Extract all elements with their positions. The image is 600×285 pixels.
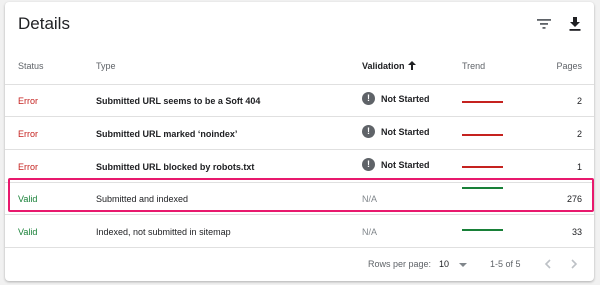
- trend-sparkline: [462, 166, 503, 168]
- table-header: Status Type Validation Trend Pages: [5, 48, 594, 85]
- filter-icon[interactable]: [534, 14, 554, 34]
- column-trend[interactable]: Trend: [462, 61, 485, 71]
- trend-sparkline: [462, 229, 503, 231]
- table-row[interactable]: Error Submitted URL marked ‘noindex’ ! N…: [5, 117, 594, 150]
- validation-status: Not Started: [381, 126, 430, 137]
- validation-cell: ! Not Started: [362, 92, 430, 105]
- validation-cell: N/A: [362, 227, 378, 237]
- validation-cell: ! Not Started: [362, 125, 430, 138]
- trend-sparkline: [462, 187, 503, 189]
- validation-status: Not Started: [381, 159, 430, 170]
- column-validation-label: Validation: [362, 61, 405, 71]
- warning-icon: !: [362, 125, 375, 138]
- type-cell: Submitted URL marked ‘noindex’: [96, 129, 238, 139]
- status-cell: Error: [18, 96, 38, 106]
- status-cell: Valid: [18, 227, 38, 237]
- card-header: Details: [5, 2, 594, 48]
- status-cell: Valid: [18, 194, 38, 204]
- rows-per-page-label: Rows per page:: [368, 259, 432, 269]
- status-cell: Error: [18, 162, 38, 172]
- warning-icon: !: [362, 158, 375, 171]
- trend-sparkline: [462, 134, 503, 136]
- type-cell: Indexed, not submitted in sitemap: [96, 227, 231, 237]
- table-row[interactable]: Error Submitted URL seems to be a Soft 4…: [5, 84, 594, 117]
- pages-cell: 276: [566, 194, 582, 204]
- details-card: Details Status Type Validation Trend Pag…: [5, 2, 594, 281]
- type-cell: Submitted and indexed: [96, 194, 189, 204]
- pagination-range: 1-5 of 5: [490, 259, 521, 269]
- column-type[interactable]: Type: [96, 61, 116, 71]
- warning-icon: !: [362, 92, 375, 105]
- card-title: Details: [18, 14, 70, 33]
- column-status[interactable]: Status: [18, 61, 44, 71]
- next-page-button[interactable]: [566, 256, 582, 272]
- pages-cell: 1: [576, 162, 582, 172]
- validation-cell: ! Not Started: [362, 158, 430, 171]
- type-cell: Submitted URL seems to be a Soft 404: [96, 96, 261, 106]
- chevron-left-icon: [544, 259, 551, 269]
- table-footer: Rows per page: 10 1-5 of 5: [5, 248, 594, 281]
- column-pages[interactable]: Pages: [556, 61, 582, 71]
- previous-page-button[interactable]: [539, 256, 555, 272]
- chevron-right-icon: [570, 259, 577, 269]
- validation-cell: N/A: [362, 194, 378, 204]
- pages-cell: 2: [576, 129, 582, 139]
- trend-sparkline: [462, 101, 503, 103]
- rows-per-page-select[interactable]: 10: [439, 259, 449, 269]
- sort-ascending-icon: [407, 61, 416, 70]
- type-cell: Submitted URL blocked by robots.txt: [96, 162, 255, 172]
- table-row[interactable]: Error Submitted URL blocked by robots.tx…: [5, 150, 594, 183]
- pages-cell: 33: [571, 227, 582, 237]
- status-cell: Error: [18, 129, 38, 139]
- validation-status: Not Started: [381, 93, 430, 104]
- table-row[interactable]: Valid Indexed, not submitted in sitemap …: [5, 215, 594, 248]
- dropdown-arrow-icon[interactable]: [459, 263, 467, 267]
- pages-cell: 2: [576, 96, 582, 106]
- download-icon[interactable]: [565, 14, 585, 34]
- table-row[interactable]: Valid Submitted and indexed N/A 276: [5, 182, 594, 215]
- column-validation[interactable]: Validation: [362, 61, 416, 71]
